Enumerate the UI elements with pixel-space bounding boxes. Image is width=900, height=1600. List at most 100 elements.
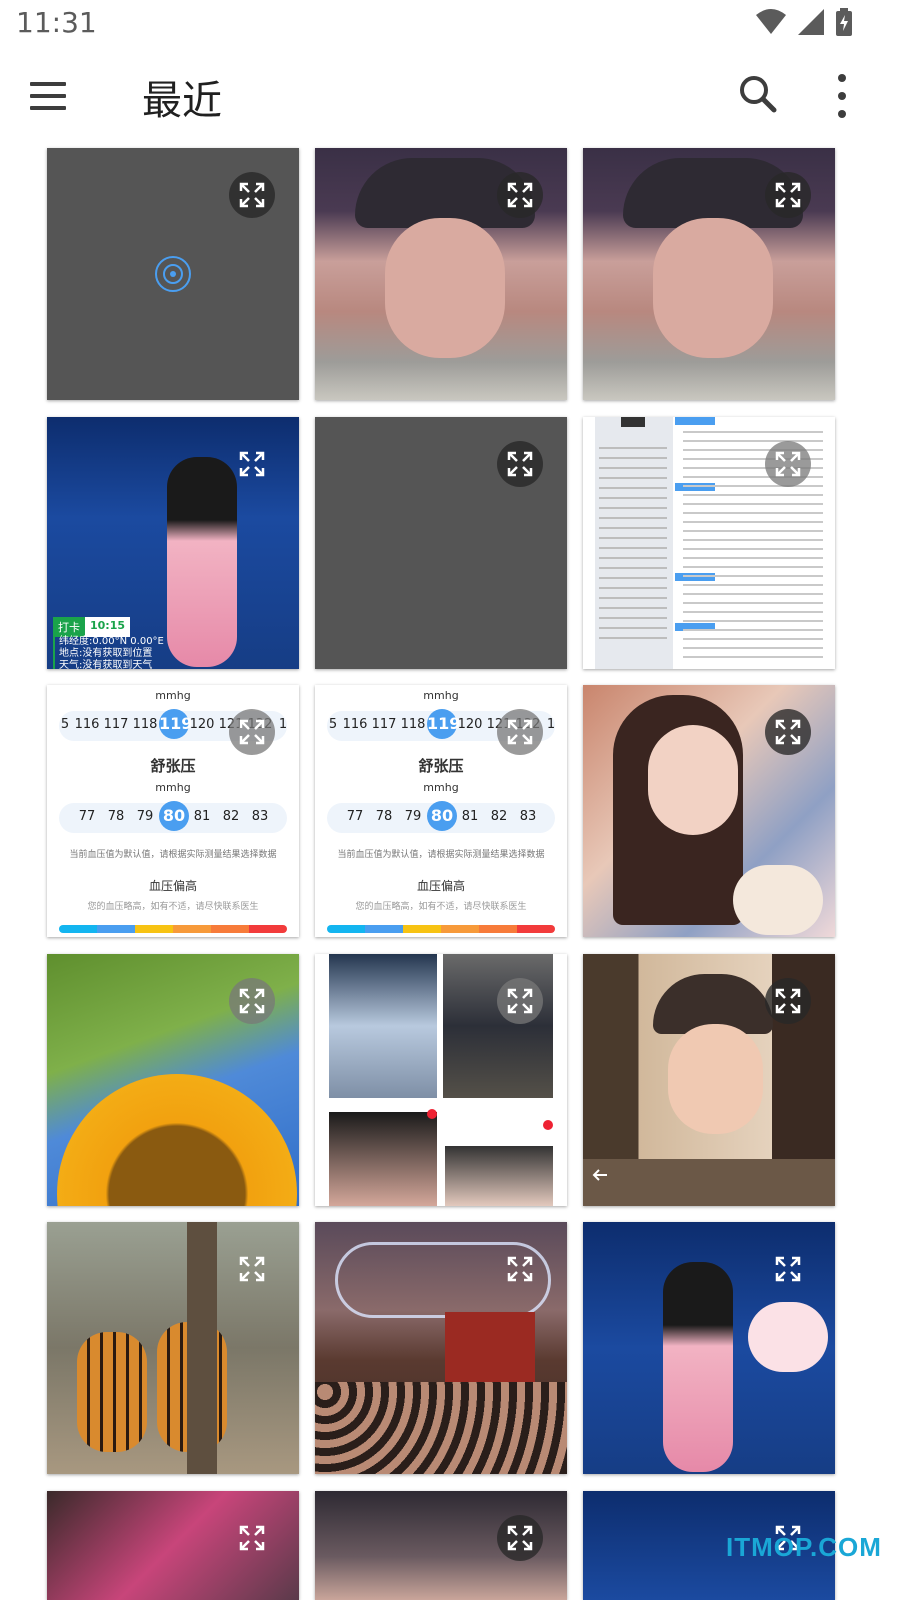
status-time: 11:31 xyxy=(16,6,97,39)
collage-tile xyxy=(443,954,553,1098)
photo-resume-document[interactable] xyxy=(583,417,835,669)
fullscreen-icon[interactable] xyxy=(497,978,543,1024)
fullscreen-icon[interactable] xyxy=(765,172,811,218)
photo-portrait[interactable] xyxy=(315,1491,567,1600)
fullscreen-icon[interactable] xyxy=(765,978,811,1024)
fullscreen-icon[interactable] xyxy=(765,709,811,755)
bp-value: 79 xyxy=(404,809,422,824)
bp-value: 79 xyxy=(136,809,154,824)
photo-collage[interactable] xyxy=(315,954,567,1206)
photo-portrait[interactable] xyxy=(583,148,835,400)
more-vert-icon[interactable] xyxy=(834,74,850,118)
bp-value: 83 xyxy=(251,809,269,824)
status-bar: 11:31 xyxy=(0,0,900,48)
bp-value: 116 xyxy=(74,717,100,732)
bp-advice: 您的血压略高，如有不适，请尽快联系医生 xyxy=(355,902,527,912)
bp-level-bar xyxy=(59,925,287,933)
menu-icon[interactable] xyxy=(30,72,78,120)
location-text: 地点:没有获取到位置 xyxy=(59,648,153,659)
photo-blood-pressure[interactable]: mmhg 5 116 117 118 119 120 121 122 1 舒张压… xyxy=(47,685,299,937)
photo-tigers[interactable] xyxy=(47,1222,299,1474)
coordinates-text: 纬经度:0.00°N 0.00°E xyxy=(59,636,164,647)
bp-title: 舒张压 xyxy=(418,757,464,775)
plush-shape xyxy=(733,865,823,935)
bp-unit-top: mmhg xyxy=(423,689,459,702)
editor-bottom-bar xyxy=(583,1159,835,1206)
collage-tile xyxy=(445,1146,553,1206)
sunflower-shape xyxy=(57,1074,297,1206)
bp-result: 血压偏高 xyxy=(416,879,465,893)
signal-icon xyxy=(798,9,824,35)
location-info: 纬经度:0.00°N 0.00°E 地点:没有获取到位置 天气:没有获取到天气 xyxy=(53,636,164,669)
fullscreen-icon[interactable] xyxy=(229,172,275,218)
fullscreen-icon[interactable] xyxy=(497,441,543,487)
page-title: 最近 xyxy=(142,78,222,124)
bp-value: 120 xyxy=(189,717,215,732)
photo-street-crowd[interactable] xyxy=(315,1222,567,1474)
bp-value: 81 xyxy=(461,809,479,824)
bp-hint: 当前血压值为默认值，请根据实际测量结果选择数据 xyxy=(337,850,545,860)
face-shape xyxy=(668,1024,763,1134)
photo-girl-toys[interactable] xyxy=(583,685,835,937)
photo-portrait[interactable] xyxy=(315,148,567,400)
checkin-time: 10:15 xyxy=(85,617,131,637)
fullscreen-icon[interactable] xyxy=(229,709,275,755)
bp-selected-value: 80 xyxy=(427,801,457,831)
bp-value: 116 xyxy=(342,717,368,732)
bp-value: 82 xyxy=(490,809,508,824)
bp-unit: mmhg xyxy=(155,781,191,794)
tree-shape xyxy=(187,1222,217,1474)
fullscreen-icon[interactable] xyxy=(229,1515,275,1561)
collage-tile xyxy=(329,954,437,1098)
bp-unit-top: mmhg xyxy=(155,689,191,702)
figure-shape xyxy=(663,1262,733,1472)
fullscreen-icon[interactable] xyxy=(497,1515,543,1561)
app-bar: 最近 xyxy=(0,48,900,144)
photo-sea-sticker[interactable] xyxy=(583,1222,835,1474)
bp-value: 82 xyxy=(222,809,240,824)
fullscreen-icon[interactable] xyxy=(497,1246,543,1292)
fullscreen-icon[interactable] xyxy=(229,978,275,1024)
collage-tile xyxy=(329,1112,437,1206)
watermark: ITMOP.COM xyxy=(726,1532,882,1562)
fullscreen-icon[interactable] xyxy=(497,709,543,755)
status-icons xyxy=(756,8,852,36)
photo-editor-screenshot[interactable] xyxy=(583,954,835,1206)
close-icon xyxy=(427,1109,437,1119)
fullscreen-icon[interactable] xyxy=(765,441,811,487)
bp-unit: mmhg xyxy=(423,781,459,794)
tiger-shape xyxy=(77,1332,147,1452)
bp-value: 78 xyxy=(375,809,393,824)
photo-sunflower[interactable] xyxy=(47,954,299,1206)
sticker-shape xyxy=(748,1302,828,1372)
diastolic-picker: 77 78 79 80 81 82 83 xyxy=(327,801,555,833)
face-shape xyxy=(648,725,738,835)
photo-blood-pressure[interactable]: mmhg 5 116 117 118 119 120 121 122 1 舒张压… xyxy=(315,685,567,937)
checkin-label: 打卡 xyxy=(53,617,85,637)
photo-pink-hair[interactable] xyxy=(47,1491,299,1600)
resume-photo xyxy=(621,417,645,427)
bp-title: 舒张压 xyxy=(150,757,196,775)
fullscreen-icon[interactable] xyxy=(497,172,543,218)
photo-loading[interactable] xyxy=(47,148,299,400)
resume-section-bar xyxy=(675,417,715,425)
photo-loading[interactable] xyxy=(315,417,567,669)
bp-value: 117 xyxy=(371,717,397,732)
weather-text: 天气:没有获取到天气 xyxy=(59,660,153,669)
resume-side-lines xyxy=(599,447,667,647)
face-shape xyxy=(653,218,773,358)
search-icon[interactable] xyxy=(734,70,782,118)
checkin-badge: 打卡 10:15 xyxy=(53,617,131,637)
fullscreen-icon[interactable] xyxy=(765,1246,811,1292)
bp-value: 78 xyxy=(107,809,125,824)
back-arrow-icon xyxy=(592,1169,607,1181)
battery-icon xyxy=(836,8,852,36)
bp-result: 血压偏高 xyxy=(148,879,197,893)
fullscreen-icon[interactable] xyxy=(229,1246,275,1292)
tram-shape xyxy=(445,1312,535,1392)
bp-value: 120 xyxy=(457,717,483,732)
photo-sea[interactable]: 打卡 10:15 纬经度:0.00°N 0.00°E 地点:没有获取到位置 天气… xyxy=(47,417,299,669)
bp-selected-value: 119 xyxy=(427,709,460,739)
fullscreen-icon[interactable] xyxy=(229,441,275,487)
loading-icon xyxy=(155,256,191,292)
